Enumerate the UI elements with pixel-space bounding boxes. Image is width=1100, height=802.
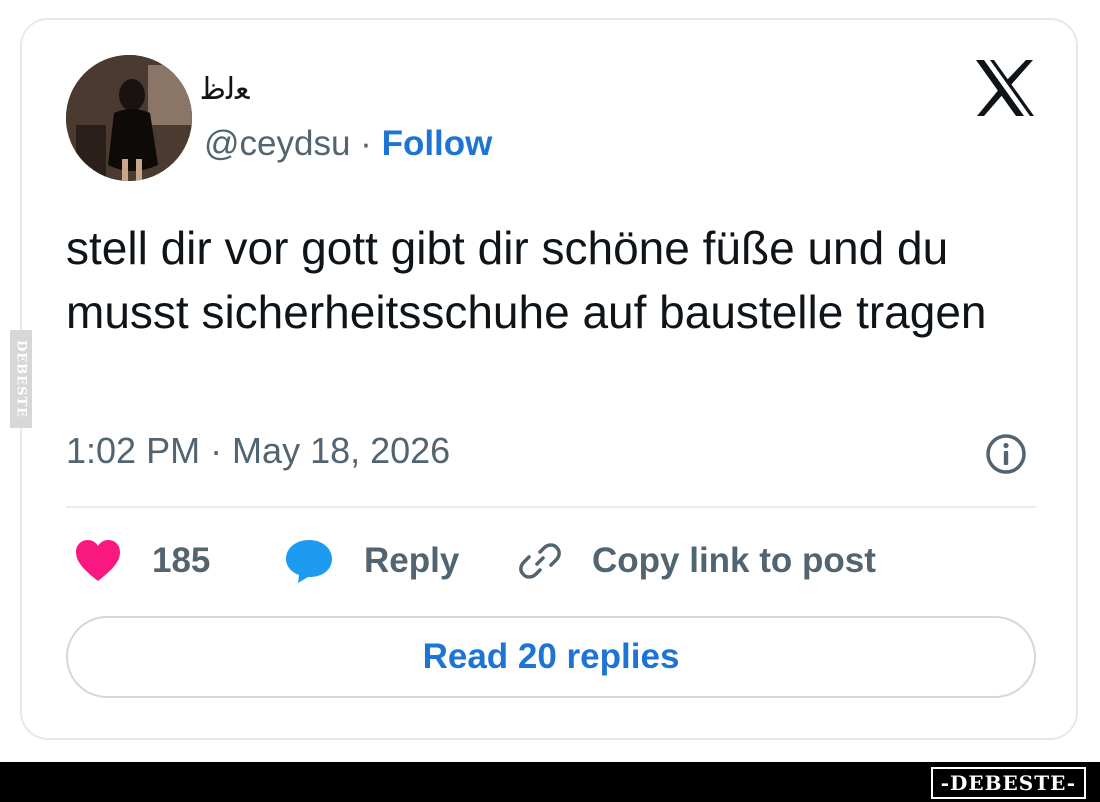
tweet-text: stell dir vor gott gibt dir schöne füße …	[66, 222, 987, 338]
avatar-photo-icon	[66, 55, 192, 181]
bottom-watermark-logo: -DEBESTE-	[930, 767, 1086, 799]
follow-button[interactable]: Follow	[382, 124, 493, 163]
author-row: @ceydsu · Follow	[204, 124, 492, 164]
like-button[interactable]	[74, 536, 122, 586]
heart-icon	[76, 540, 120, 581]
info-icon[interactable]	[984, 432, 1028, 476]
tweet-card: ﻌﻟﻇ @ceydsu · Follow stell dir vor gott …	[20, 18, 1078, 740]
reply-label: Reply	[364, 541, 460, 580]
like-count-label: 185	[152, 541, 211, 580]
copy-link-button[interactable]: Copy link to post	[518, 536, 876, 586]
display-name[interactable]: ﻌﻟﻇ	[202, 72, 251, 107]
link-icon	[519, 543, 561, 579]
action-bar: 185 Reply Copy link to post	[66, 536, 1046, 586]
like-count[interactable]: 185	[152, 536, 210, 586]
author-handle[interactable]: @ceydsu	[204, 124, 350, 163]
copy-link-label: Copy link to post	[592, 541, 876, 580]
divider	[66, 506, 1036, 508]
x-logo-icon[interactable]	[974, 58, 1036, 118]
avatar[interactable]	[66, 55, 192, 181]
reply-button[interactable]: Reply	[284, 536, 459, 586]
bottom-bar: -DEBESTE-	[0, 762, 1100, 802]
separator-dot: ·	[360, 124, 372, 163]
tweet-timestamp[interactable]: 1:02 PM · May 18, 2026	[66, 430, 450, 472]
side-watermark: DEBESTE	[10, 330, 32, 428]
read-replies-button[interactable]: Read 20 replies	[66, 616, 1036, 698]
speech-bubble-icon	[286, 540, 332, 583]
read-replies-label: Read 20 replies	[422, 637, 680, 676]
